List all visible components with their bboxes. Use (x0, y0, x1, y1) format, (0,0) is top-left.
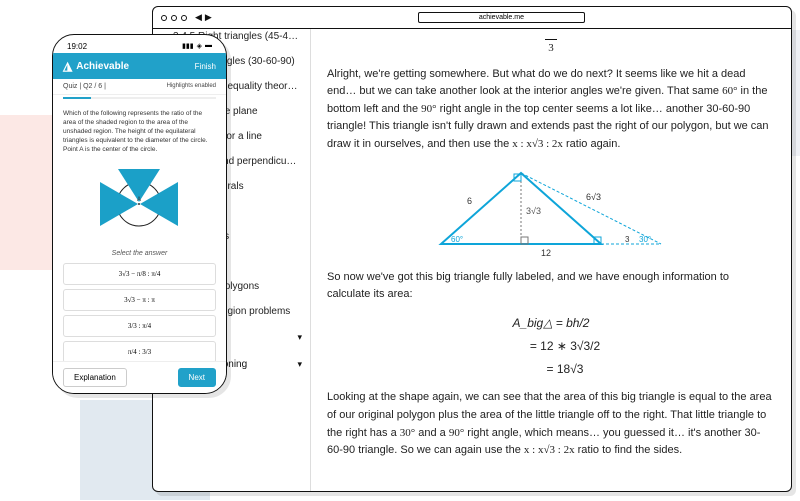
wifi-icon: ◈ (197, 42, 202, 50)
next-button[interactable]: Next (178, 368, 216, 387)
explanation-button[interactable]: Explanation (63, 368, 127, 387)
address-bar[interactable]: achievable.me (418, 12, 585, 23)
math-ratio: x : x√3 : 2x (512, 138, 563, 150)
math-60: 60° (722, 85, 737, 97)
answer-option-2[interactable]: 3√3 − π : π (63, 289, 216, 311)
paragraph-2: So now we've got this big triangle fully… (327, 269, 775, 304)
diagram-label-hyp: 6√3 (586, 192, 601, 202)
browser-window: ◀▶ achievable.me 3.4.5 Right triangles (… (152, 6, 792, 492)
answer-option-1[interactable]: 3√3 − π/8 : π/4 (63, 263, 216, 285)
back-icon[interactable]: ◀ (195, 12, 202, 23)
app-name: Achievable (76, 61, 129, 72)
select-answer-label: Select the answer (53, 248, 226, 259)
eq-line-1: A_big△ = bh/2 (513, 314, 590, 333)
diagram-label-60: 60° (451, 235, 463, 244)
browser-nav-arrows[interactable]: ◀▶ (195, 12, 212, 23)
diagram-label-3: 3 (625, 235, 630, 244)
answers-list: 3√3 − π/8 : π/4 3√3 − π : π 3/3 : π/4 π/… (53, 263, 226, 363)
equation-block: A_big△ = bh/2 = 12 ∗ 3√3/2 = 18√3 (397, 312, 705, 382)
circle-triangles-diagram: A (92, 164, 187, 244)
app-logo[interactable]: ◮ Achievable (63, 59, 129, 73)
traffic-lights[interactable] (161, 15, 187, 21)
quiz-progress-label: Quiz | Q2 / 6 | (63, 83, 106, 90)
svg-text:A: A (137, 197, 141, 203)
main-content: 3 Alright, we're getting somewhere. But … (311, 29, 791, 491)
address-bar-wrap: achievable.me (220, 12, 783, 23)
quiz-subbar: Quiz | Q2 / 6 | Highlights enabled (53, 79, 226, 95)
math-30: 30° (400, 427, 415, 439)
signal-icon: ▮▮▮ (182, 42, 194, 50)
triangle-diagram: 6 3√3 6√3 12 3 60° 30° (421, 164, 681, 259)
eq-line-2: = 12 ∗ 3√3/2 (502, 337, 600, 356)
logo-icon: ◮ (63, 59, 72, 73)
finish-link[interactable]: Finish (195, 62, 216, 71)
phone-statusbar: 19:02 ▮▮▮ ◈ ▬ (53, 35, 226, 53)
phone-time: 19:02 (67, 42, 87, 51)
chevron-down-icon: ▾ (297, 332, 302, 343)
diagram-label-base: 12 (541, 248, 551, 258)
options-label[interactable]: Highlights enabled (167, 83, 216, 90)
forward-icon[interactable]: ▶ (205, 12, 212, 23)
paragraph-1: Alright, we're getting somewhere. But wh… (327, 66, 775, 154)
status-icons: ▮▮▮ ◈ ▬ (182, 42, 212, 50)
progress-wrap (53, 95, 226, 103)
chevron-down-icon: ▾ (297, 359, 302, 370)
app-header: ◮ Achievable Finish (53, 53, 226, 79)
eq-line-3: = 18√3 (519, 360, 584, 379)
paragraph-3: Looking at the shape again, we can see t… (327, 389, 775, 459)
browser-titlebar: ◀▶ achievable.me (153, 7, 791, 29)
phone-footer: Explanation Next (53, 361, 226, 393)
diagram-label-height: 3√3 (526, 206, 541, 216)
question-text: Which of the following represents the ra… (53, 103, 226, 160)
diagram-label-6: 6 (467, 196, 472, 206)
math-90b: 90° (449, 427, 464, 439)
browser-content: 3.4.5 Right triangles (45-45-90) 6 Right… (153, 29, 791, 491)
progress-bar (63, 97, 216, 99)
diagram-label-30: 30° (639, 235, 651, 244)
battery-icon: ▬ (205, 42, 212, 50)
math-ratio-2: x : x√3 : 2x (524, 444, 575, 456)
fraction-denominator: 3 (545, 39, 557, 58)
answer-option-3[interactable]: 3/3 : π/4 (63, 315, 216, 337)
math-90: 90° (421, 103, 436, 115)
phone-mockup: 19:02 ▮▮▮ ◈ ▬ ◮ Achievable Finish Quiz |… (52, 34, 227, 394)
